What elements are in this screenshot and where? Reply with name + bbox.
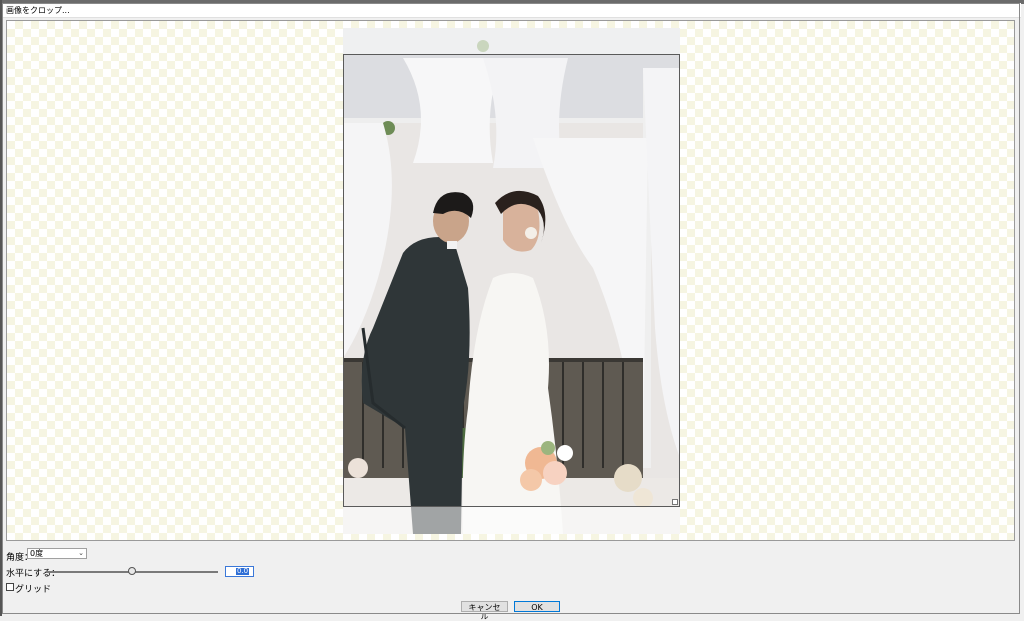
cancel-button[interactable]: キャンセル [461,601,508,621]
crop-rectangle[interactable] [343,54,680,507]
level-slider-thumb[interactable] [128,567,136,575]
angle-value: 0度 [30,549,44,558]
angle-select[interactable]: 0度 ⌄ [27,548,87,559]
grid-label: グリッド [15,585,52,595]
grid-checkbox[interactable] [6,583,14,591]
crop-resize-handle[interactable] [672,499,678,505]
title-bar[interactable]: 画像をクロップ... [2,3,1021,18]
window-left-edge [0,0,2,616]
ok-button[interactable]: OK [514,601,560,612]
window-title: 画像をクロップ... [6,6,70,15]
chevron-down-icon: ⌄ [78,549,84,557]
crop-canvas[interactable] [6,20,1015,541]
level-value-field[interactable]: 0.0 [225,566,254,577]
level-value-text: 0.0 [236,567,250,575]
